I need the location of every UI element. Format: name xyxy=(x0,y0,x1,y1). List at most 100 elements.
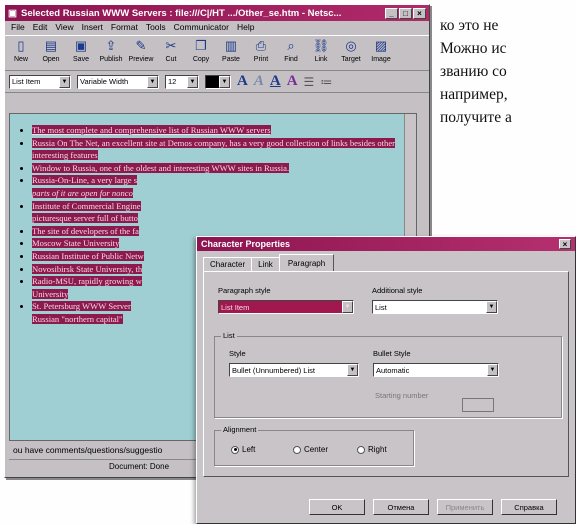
chevron-down-icon: ▼ xyxy=(487,364,498,376)
list-text[interactable]: Russia On The Net, an excellent site at … xyxy=(32,137,395,161)
font-select[interactable]: Variable Width ▼ xyxy=(77,74,159,89)
bullet-style-dropdown[interactable]: Automatic ▼ xyxy=(373,363,499,377)
radio-selected-icon xyxy=(231,445,239,454)
menu-communicator[interactable]: Communicator xyxy=(174,22,229,34)
list-text[interactable]: Russia-On-Line, a very large s xyxy=(32,175,138,186)
app-icon: ▣ xyxy=(8,7,17,19)
paragraph-style-label: Paragraph style xyxy=(218,286,271,295)
magazine-line: получите а xyxy=(440,109,512,126)
list-text[interactable]: Institute of Commercial Engine xyxy=(32,200,141,211)
align-left-radio[interactable]: Left xyxy=(231,445,255,454)
magazine-line: званию со xyxy=(440,63,507,80)
help-button[interactable]: Справка xyxy=(501,499,557,515)
radio-icon xyxy=(357,445,365,454)
footer-text: ou have comments/questions/suggestio xyxy=(13,445,163,455)
publish-icon: ⇪ xyxy=(105,38,117,53)
list-text[interactable]: The site of developers of the fa xyxy=(32,225,139,236)
chevron-down-icon: ▼ xyxy=(219,75,230,88)
chevron-down-icon: ▼ xyxy=(59,75,70,88)
additional-style-label: Additional style xyxy=(372,286,423,295)
image-button[interactable]: ▨ Image xyxy=(369,38,393,68)
font-size-select[interactable]: 12 ▼ xyxy=(165,74,199,89)
menu-help[interactable]: Help xyxy=(237,22,254,34)
menu-format[interactable]: Format xyxy=(111,22,138,34)
clear-style-icon[interactable]: A xyxy=(287,73,298,90)
list-text[interactable]: Novosibirsk State University, th xyxy=(32,263,143,274)
chevron-down-icon: ▼ xyxy=(187,75,198,88)
window-titlebar[interactable]: ▣ Selected Russian WWW Servers : file://… xyxy=(5,5,429,21)
list-text[interactable]: Russian Institute of Public Netw xyxy=(32,250,144,261)
align-right-radio[interactable]: Right xyxy=(357,445,387,454)
style-label: Style xyxy=(229,349,246,358)
list-item: Institute of Commercial Engine picturesqu… xyxy=(32,200,408,225)
underline-icon[interactable]: A xyxy=(270,73,281,90)
copy-button[interactable]: ❐ Copy xyxy=(189,38,213,68)
magazine-line: ко это не xyxy=(440,17,499,34)
cut-button[interactable]: ✂ Cut xyxy=(159,38,183,68)
menu-insert[interactable]: Insert xyxy=(82,22,103,34)
magazine-line xyxy=(440,0,576,14)
bullet-list-icon[interactable]: ☰ xyxy=(304,75,315,89)
paste-button[interactable]: ▥ Paste xyxy=(219,38,243,68)
paragraph-panel: Paragraph style List Item ▼ Additional st… xyxy=(203,271,569,477)
minimize-button[interactable]: _ xyxy=(385,7,398,19)
list-text: Russian "northern capital" xyxy=(32,313,123,324)
paragraph-style-select[interactable]: List Item ▼ xyxy=(9,74,71,89)
image-icon: ▨ xyxy=(374,38,388,53)
preview-button[interactable]: ✎ Preview xyxy=(129,38,154,68)
list-item: The most complete and comprehensive list… xyxy=(32,124,408,137)
menu-bar: File Edit View Insert Format Tools Commu… xyxy=(5,21,429,35)
alignment-group: Alignment Left Center Right xyxy=(214,425,414,466)
chevron-down-icon: ▼ xyxy=(347,364,358,376)
italic-icon[interactable]: A xyxy=(254,73,264,90)
bullet-style-label: Bullet Style xyxy=(373,349,411,358)
preview-icon: ✎ xyxy=(135,38,147,53)
dialog-tabs: Character Link Paragraph xyxy=(197,251,575,271)
list-text[interactable]: Window to Russia, one of the oldest and … xyxy=(32,162,290,173)
chevron-down-icon: ▼ xyxy=(147,75,158,88)
maximize-button[interactable]: □ xyxy=(399,7,412,19)
list-group: List Style Bullet (Unnumbered) List ▼ Bul… xyxy=(214,331,562,418)
tab-character[interactable]: Character xyxy=(203,257,253,271)
find-icon: ⌕ xyxy=(287,38,295,53)
numbered-list-icon[interactable]: ≔ xyxy=(320,75,332,89)
save-button[interactable]: ▣ Save xyxy=(69,38,93,68)
align-center-radio[interactable]: Center xyxy=(293,445,328,454)
target-button[interactable]: ◎ Target xyxy=(339,38,363,68)
ok-button[interactable]: OK xyxy=(309,499,365,515)
dialog-close-button[interactable]: × xyxy=(559,239,571,249)
menu-edit[interactable]: Edit xyxy=(33,22,48,34)
list-style-dropdown[interactable]: Bullet (Unnumbered) List ▼ xyxy=(229,363,359,377)
dialog-titlebar[interactable]: Character Properties × xyxy=(197,237,575,251)
paste-icon: ▥ xyxy=(224,38,238,53)
starting-number-input[interactable] xyxy=(462,398,494,412)
open-button[interactable]: ▤ Open xyxy=(39,38,63,68)
close-button[interactable]: × xyxy=(413,7,426,19)
list-text[interactable]: Radio-MSU, rapidly growing w xyxy=(32,276,142,287)
publish-button[interactable]: ⇪ Publish xyxy=(99,38,123,68)
menu-tools[interactable]: Tools xyxy=(146,22,166,34)
additional-style-dropdown[interactable]: List ▼ xyxy=(372,300,498,314)
list-link[interactable]: The most complete and comprehensive list… xyxy=(32,125,271,135)
menu-view[interactable]: View xyxy=(55,22,73,34)
list-text: University xyxy=(32,288,69,299)
find-button[interactable]: ⌕ Find xyxy=(279,38,303,68)
font-color-select[interactable]: ▼ xyxy=(205,74,231,89)
tab-paragraph[interactable]: Paragraph xyxy=(278,254,335,271)
tab-link[interactable]: Link xyxy=(251,257,280,271)
cancel-button[interactable]: Отмена xyxy=(373,499,429,515)
formatting-toolbar: List Item ▼ Variable Width ▼ 12 ▼ ▼ A A A A… xyxy=(5,71,429,93)
chevron-down-icon: ▼ xyxy=(342,301,353,313)
link-button[interactable]: ⛓ Link xyxy=(309,38,333,68)
new-button[interactable]: ▯ New xyxy=(9,38,33,68)
new-icon: ▯ xyxy=(17,38,25,53)
window-title: Selected Russian WWW Servers : file:///C… xyxy=(20,7,342,19)
paragraph-style-dropdown[interactable]: List Item ▼ xyxy=(218,300,354,314)
menu-file[interactable]: File xyxy=(11,22,25,34)
apply-button[interactable]: Применить xyxy=(437,499,493,515)
print-button[interactable]: ⎙ Print xyxy=(249,38,273,68)
list-group-title: List xyxy=(221,331,237,340)
list-text[interactable]: St. Petersburg WWW Server xyxy=(32,301,131,312)
list-text[interactable]: Moscow State University xyxy=(32,238,120,249)
bold-icon[interactable]: A xyxy=(237,73,248,90)
